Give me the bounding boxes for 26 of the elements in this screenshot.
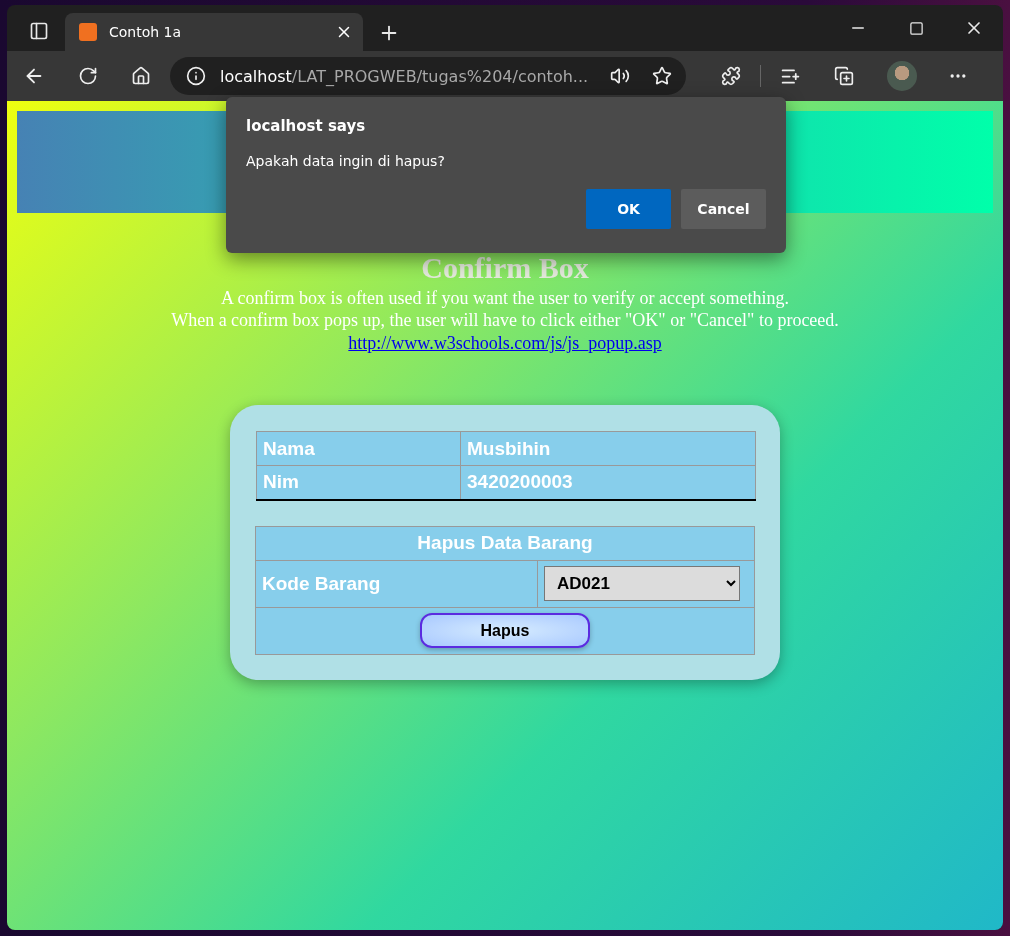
browser-tab[interactable]: Contoh 1a (65, 13, 363, 51)
extensions-icon[interactable] (721, 66, 741, 86)
dialog-title: localhost says (246, 117, 367, 135)
add-favorite-icon[interactable] (652, 66, 672, 86)
hapus-button[interactable]: Hapus (420, 613, 590, 648)
refresh-icon[interactable] (78, 66, 98, 86)
w3schools-link[interactable]: http://www.w3schools.com/js/js_popup.asp (348, 331, 662, 355)
info-icon[interactable] (186, 66, 206, 86)
table-cell: 3420200003 (460, 465, 756, 500)
home-icon[interactable] (131, 66, 151, 86)
table-cell: Musbihin (460, 431, 756, 466)
avatar-icon[interactable] (887, 61, 917, 91)
cancel-button[interactable]: Cancel (681, 189, 766, 229)
collections-icon[interactable] (834, 66, 854, 86)
read-aloud-icon[interactable] (610, 66, 630, 86)
favicon-icon (79, 23, 97, 41)
field-label: Kode Barang (255, 560, 538, 607)
form-title: Hapus Data Barang (255, 526, 755, 560)
ok-button[interactable]: OK (586, 189, 671, 229)
description-text: A confirm box is often used if you want the user to verify or accept something. When a confirm box pops up, the user will have to click either "OK" or "Cancel" to proceed. (171, 287, 839, 331)
page-heading: Confirm Box (421, 251, 589, 285)
table-cell: Nama (256, 431, 461, 466)
kode-select[interactable]: AD021 (544, 566, 740, 601)
address-bar[interactable]: localhost/LAT_PROGWEB/tugas%204/contoh... (170, 57, 686, 95)
table-cell: Nim (256, 465, 461, 500)
dialog-message: Apakah data ingin di hapus? (246, 153, 446, 169)
